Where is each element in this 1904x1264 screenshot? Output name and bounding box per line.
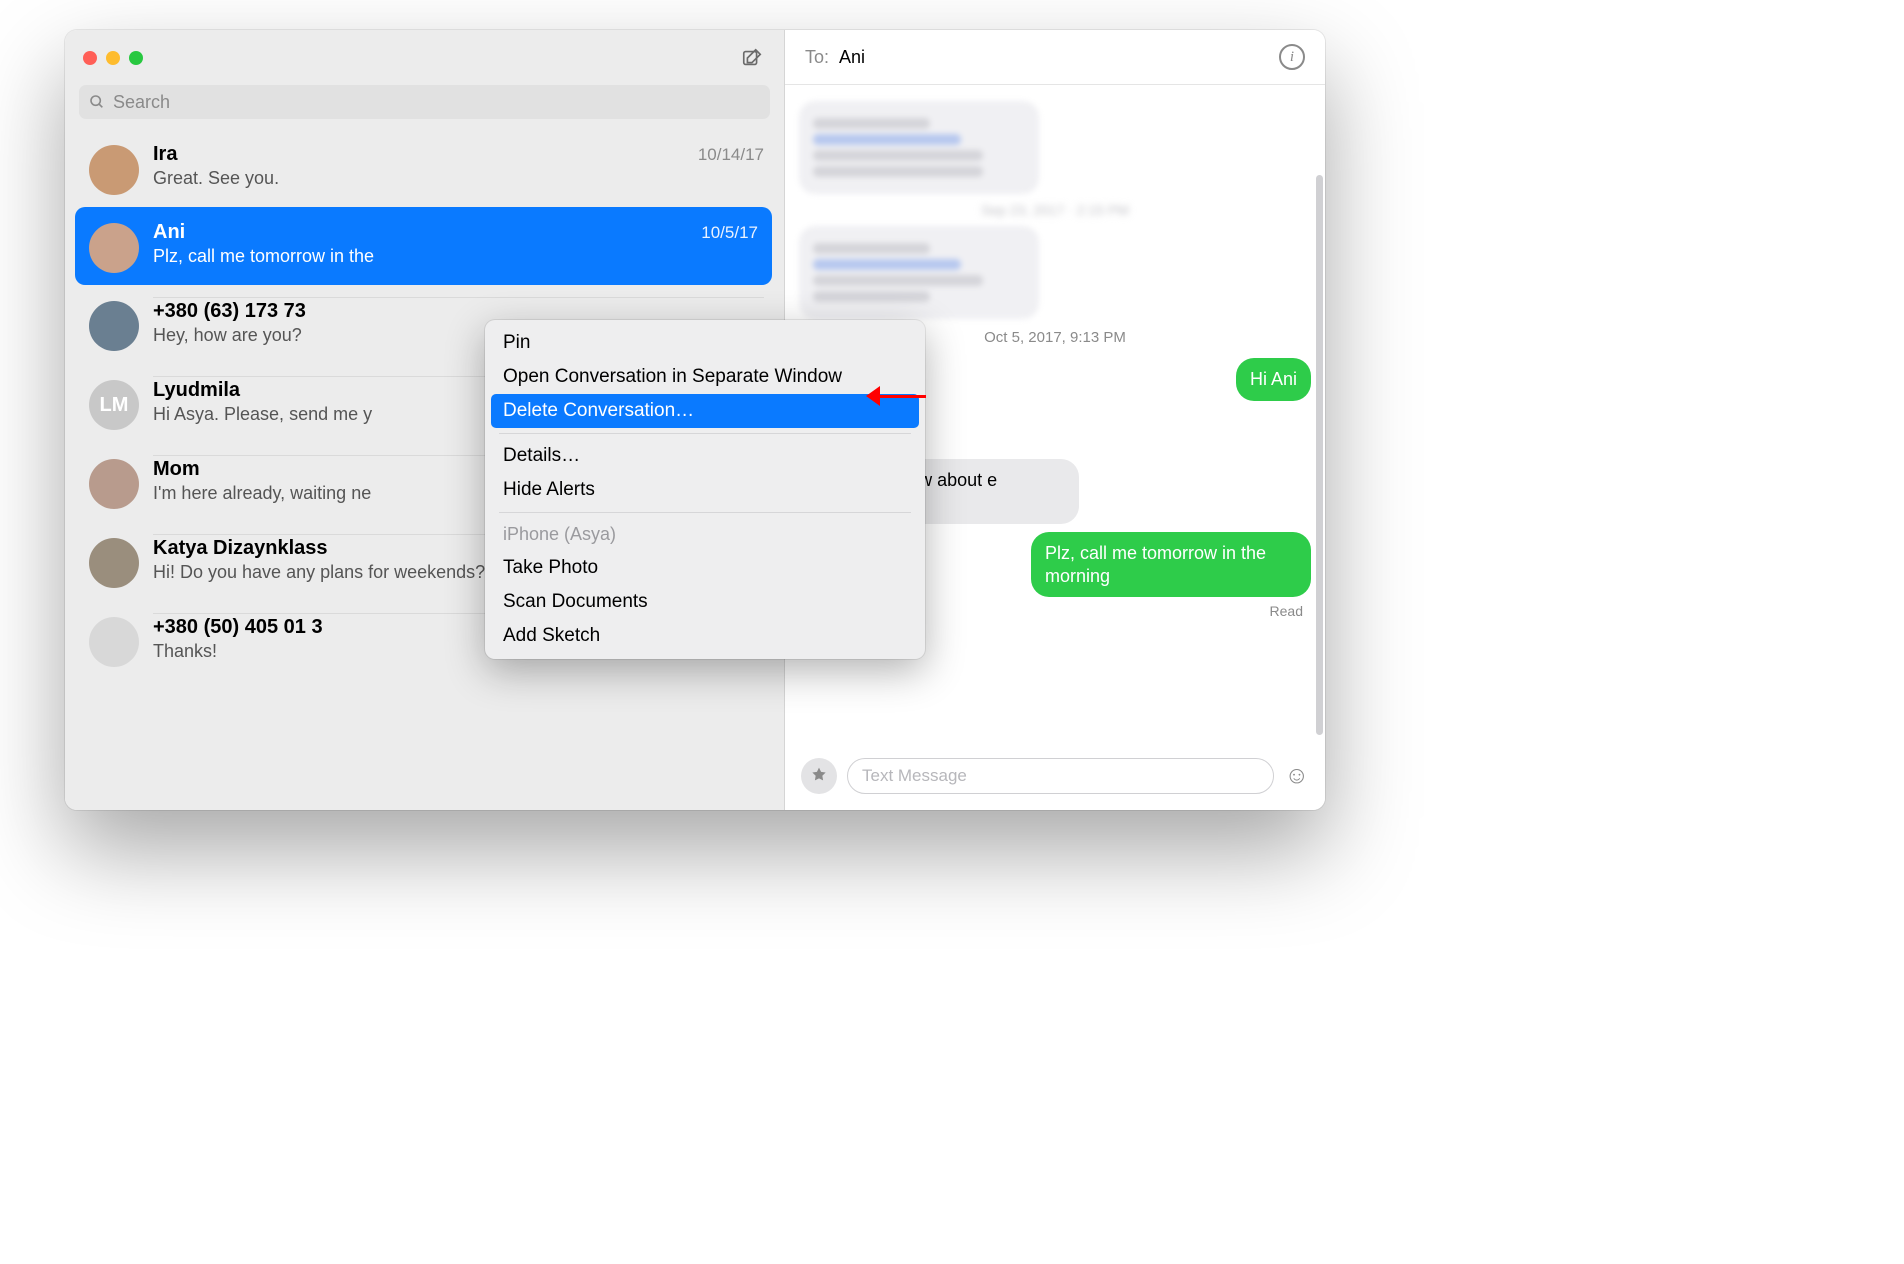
avatar (89, 145, 139, 195)
conversation-name: Lyudmila (153, 379, 240, 402)
context-menu-item[interactable]: Hide Alerts (491, 473, 919, 507)
context-menu-item[interactable]: Open Conversation in Separate Window (491, 360, 919, 394)
context-menu-item[interactable]: Delete Conversation… (491, 394, 919, 428)
compose-button[interactable] (738, 44, 766, 72)
menu-separator (499, 433, 911, 434)
conversation-name: +380 (63) 173 73 (153, 300, 306, 323)
message-text-field[interactable] (862, 766, 1259, 786)
thread-scrollbar[interactable] (1316, 175, 1323, 735)
apps-button[interactable] (801, 758, 837, 794)
conversation-row[interactable]: Ani 10/5/17 Plz, call me tomorrow in the (75, 207, 772, 285)
menu-separator (499, 512, 911, 513)
search-input[interactable] (113, 92, 760, 113)
search-field[interactable] (79, 85, 770, 119)
avatar: LM (89, 380, 139, 430)
messages-window: Ira 10/14/17 Great. See you. Ani 10/5/17 Plz,… (65, 30, 1325, 810)
message-input-bar: ☺ (785, 748, 1325, 810)
conversation-preview: Plz, call me tomorrow in the (153, 246, 758, 267)
outgoing-bubble[interactable]: Hi Ani (1236, 358, 1311, 401)
context-menu-item[interactable]: Take Photo (491, 551, 919, 585)
conversation-name: Katya Dizaynklass (153, 537, 328, 560)
conversation-date: 10/5/17 (701, 223, 758, 243)
conversation-date: 10/14/17 (698, 145, 764, 165)
context-menu: PinOpen Conversation in Separate WindowD… (485, 320, 925, 659)
outgoing-bubble[interactable]: Plz, call me tomorrow in the morning (1031, 532, 1311, 597)
close-button[interactable] (83, 51, 97, 65)
recipient-name: Ani (839, 47, 865, 68)
avatar (89, 617, 139, 667)
avatar (89, 538, 139, 588)
context-menu-item[interactable]: Add Sketch (491, 619, 919, 653)
avatar (89, 459, 139, 509)
search-icon (89, 94, 105, 110)
avatar (89, 223, 139, 273)
conversation-row[interactable]: Ira 10/14/17 Great. See you. (65, 129, 784, 207)
message-input[interactable] (847, 758, 1274, 794)
context-menu-item[interactable]: Scan Documents (491, 585, 919, 619)
context-menu-item[interactable]: Details… (491, 439, 919, 473)
conversation-name: Ira (153, 143, 177, 166)
conversation-name: Mom (153, 458, 200, 481)
minimize-button[interactable] (106, 51, 120, 65)
emoji-button[interactable]: ☺ (1284, 762, 1309, 790)
menu-section-heading: iPhone (Asya) (491, 518, 919, 551)
window-titlebar (65, 30, 784, 85)
to-label: To: (805, 47, 829, 68)
conversation-header: To: Ani i (785, 30, 1325, 85)
zoom-button[interactable] (129, 51, 143, 65)
callout-arrow (866, 386, 926, 406)
blurred-older-messages: Sep 23, 2017 · 2:15 PM (799, 101, 1311, 319)
context-menu-item[interactable]: Pin (491, 326, 919, 360)
conversation-preview: Great. See you. (153, 168, 764, 189)
conversation-name: Ani (153, 221, 185, 244)
conversation-name: +380 (50) 405 01 3 (153, 616, 323, 639)
avatar (89, 301, 139, 351)
details-button[interactable]: i (1279, 44, 1305, 70)
